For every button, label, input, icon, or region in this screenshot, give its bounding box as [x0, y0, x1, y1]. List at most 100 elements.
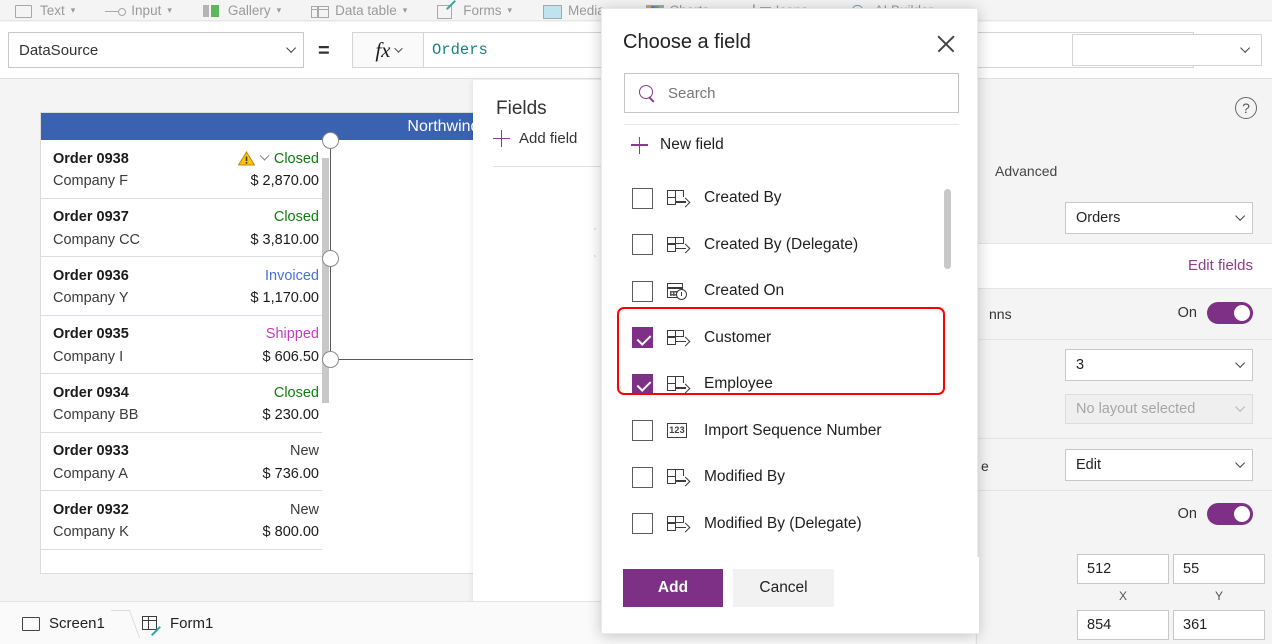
- properties-tabs: Advanced: [977, 154, 1272, 192]
- field-list-scrollbar[interactable]: [944, 189, 951, 579]
- position-y-value: 55: [1183, 561, 1199, 577]
- search-icon: [639, 85, 656, 102]
- ribbon-item-text[interactable]: Text▾: [14, 0, 75, 21]
- property-row-mode: e Edit: [977, 439, 1272, 491]
- position-x-input[interactable]: 512: [1077, 554, 1169, 584]
- gallery-row[interactable]: Order 0937ClosedCompany CC$ 3,810.00: [41, 199, 329, 258]
- order-company: Company K: [53, 524, 129, 540]
- cancel-button[interactable]: Cancel: [733, 569, 834, 607]
- field-checkbox[interactable]: [632, 234, 653, 255]
- gallery-row[interactable]: Order 0934ClosedCompany BB$ 230.00: [41, 374, 329, 433]
- lookup-field-icon: [667, 468, 690, 486]
- field-checkbox[interactable]: [632, 281, 653, 302]
- size-width-input[interactable]: 854: [1077, 610, 1169, 640]
- resize-handle-middle-left[interactable]: [322, 250, 339, 267]
- order-amount: $ 3,810.00: [250, 232, 319, 248]
- field-checkbox[interactable]: [632, 374, 653, 395]
- resize-handle-bottom-left[interactable]: [322, 351, 339, 368]
- y-caption: Y: [1215, 589, 1223, 603]
- layout-select[interactable]: No layout selected: [1065, 394, 1253, 424]
- help-icon[interactable]: ?: [1235, 97, 1257, 119]
- screen-icon: [22, 617, 40, 631]
- data-source-select[interactable]: Orders: [1065, 202, 1253, 234]
- chevron-down-icon: [1235, 402, 1245, 412]
- tab-advanced[interactable]: Advanced: [995, 163, 1057, 179]
- field-list-item[interactable]: Customer: [602, 315, 979, 362]
- panel-header-select[interactable]: [1072, 34, 1262, 66]
- gallery-row[interactable]: Order 0935ShippedCompany I$ 606.50: [41, 316, 329, 375]
- field-checkbox[interactable]: [632, 188, 653, 209]
- field-list-item[interactable]: Employee: [602, 361, 979, 408]
- position-y-input[interactable]: 55: [1173, 554, 1265, 584]
- properties-panel: ? Advanced Orders Edit fields nns On: [976, 79, 1272, 644]
- warning-icon: [238, 151, 255, 166]
- search-placeholder: Search: [668, 85, 716, 102]
- layout-value: No layout selected: [1076, 401, 1235, 417]
- close-icon[interactable]: [935, 33, 957, 55]
- lookup-field-icon: [667, 329, 690, 347]
- dialog-divider: [624, 124, 959, 125]
- visible-toggle[interactable]: On: [1178, 503, 1253, 525]
- new-field-label: New field: [660, 136, 724, 154]
- chevron-down-icon[interactable]: [259, 151, 269, 161]
- size-width-value: 854: [1087, 617, 1111, 633]
- form-icon: [142, 616, 161, 632]
- order-status: Shipped: [266, 326, 319, 342]
- gallery-row[interactable]: Order 0932NewCompany K$ 800.00: [41, 491, 329, 550]
- formula-value: Orders: [432, 41, 488, 59]
- ribbon-item-gallery[interactable]: Gallery▾: [202, 0, 281, 21]
- ribbon-item-data-table[interactable]: Data table▾: [311, 0, 407, 21]
- field-checkbox[interactable]: [632, 327, 653, 348]
- field-list[interactable]: Created ByCreated By (Delegate) Created O…: [602, 175, 979, 579]
- gallery-row[interactable]: Order 0933NewCompany A$ 736.00: [41, 433, 329, 492]
- field-checkbox[interactable]: [632, 420, 653, 441]
- property-row-data-source: Orders: [977, 192, 1272, 244]
- order-number: Order 0937: [53, 209, 129, 225]
- toggle-switch[interactable]: [1207, 302, 1253, 324]
- search-input[interactable]: Search: [624, 73, 959, 113]
- resize-handle-top-left[interactable]: [322, 132, 339, 149]
- columns-value: 3: [1076, 357, 1235, 373]
- order-company: Company I: [53, 349, 123, 365]
- chevron-down-icon: [1235, 211, 1245, 221]
- size-height-input[interactable]: 361: [1173, 610, 1265, 640]
- ribbon-item-forms[interactable]: Forms▾: [437, 0, 512, 21]
- mode-select[interactable]: Edit: [1065, 449, 1253, 481]
- input-icon: [105, 4, 125, 18]
- breadcrumb-separator: [112, 602, 136, 644]
- field-list-item[interactable]: 123Import Sequence Number: [602, 408, 979, 455]
- add-button[interactable]: Add: [623, 569, 723, 607]
- fx-button[interactable]: fx: [352, 32, 424, 68]
- ribbon-item-input[interactable]: Input▾: [105, 0, 172, 21]
- field-list-item[interactable]: Created On: [602, 268, 979, 315]
- field-checkbox[interactable]: [632, 467, 653, 488]
- order-company: Company Y: [53, 290, 129, 306]
- gallery-icon: [202, 4, 222, 18]
- field-checkbox[interactable]: [632, 513, 653, 534]
- date-time-field-icon: [667, 282, 690, 300]
- columns-select[interactable]: 3: [1065, 349, 1253, 381]
- mode-label: e: [981, 458, 989, 474]
- breadcrumb-screen1[interactable]: Screen1: [22, 602, 105, 644]
- field-list-item[interactable]: Modified By: [602, 454, 979, 501]
- toggle-switch[interactable]: [1207, 503, 1253, 525]
- property-select[interactable]: DataSource: [8, 32, 304, 68]
- field-list-item[interactable]: Created By (Delegate): [602, 222, 979, 269]
- plus-icon: [631, 137, 648, 154]
- new-field-button[interactable]: New field: [631, 136, 724, 154]
- add-field-button[interactable]: Add field: [493, 130, 577, 147]
- field-label: Created On: [704, 282, 784, 300]
- fields-flyout-pane: Fields Add field: [473, 80, 603, 644]
- orders-gallery[interactable]: Order 0938ClosedCompany F$ 2,870.00Order…: [41, 140, 329, 573]
- field-list-scrollbar-thumb[interactable]: [944, 189, 951, 269]
- gallery-row[interactable]: Order 0936InvoicedCompany Y$ 1,170.00: [41, 257, 329, 316]
- edit-fields-link[interactable]: Edit fields: [1188, 257, 1253, 274]
- snap-toggle-state: On: [1178, 305, 1197, 321]
- fx-icon: fx: [375, 38, 390, 63]
- snap-to-columns-toggle[interactable]: On: [1178, 302, 1253, 324]
- field-list-item[interactable]: Modified By (Delegate): [602, 501, 979, 548]
- breadcrumb-form1[interactable]: Form1: [142, 602, 213, 644]
- toggle-knob: [1234, 305, 1250, 321]
- field-list-item[interactable]: Created By: [602, 175, 979, 222]
- gallery-row[interactable]: Order 0938ClosedCompany F$ 2,870.00: [41, 140, 329, 199]
